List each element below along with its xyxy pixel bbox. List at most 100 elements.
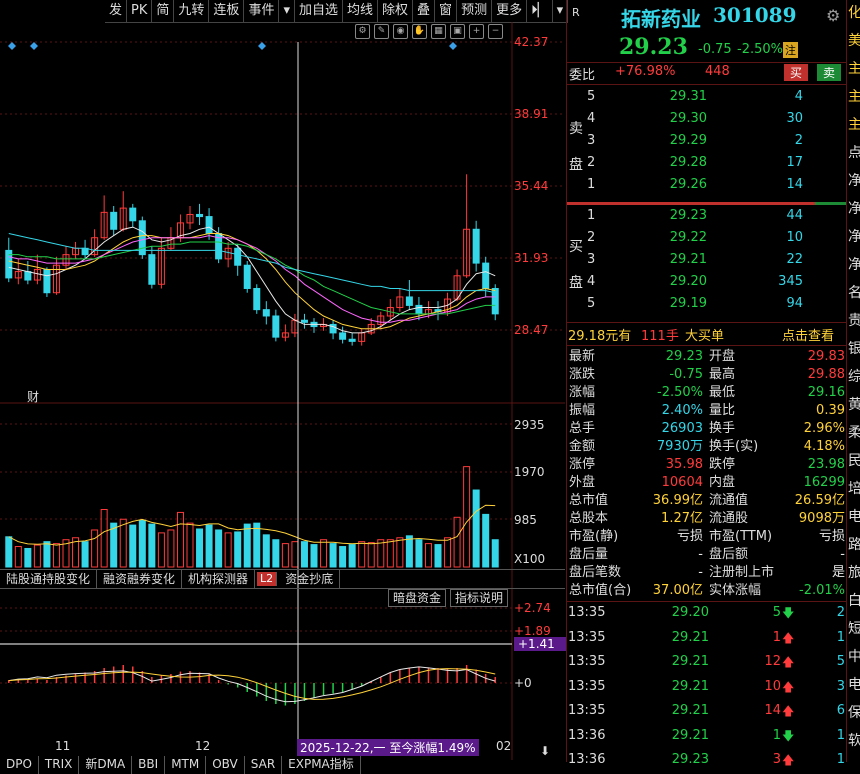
far-right-item[interactable]: 点 [848, 142, 860, 162]
far-right-item[interactable]: 净 [848, 254, 860, 274]
tick-price: 29.21 [671, 629, 709, 645]
stat-label: 最高 [709, 367, 736, 382]
finance-marker[interactable]: 财 [27, 388, 39, 405]
far-right-item[interactable]: 主 [848, 58, 860, 78]
far-right-item[interactable]: 贵 [848, 310, 860, 330]
far-right-item[interactable]: 名 [848, 282, 860, 302]
volume-tick: 985 [514, 513, 537, 527]
candle-body [262, 309, 270, 317]
far-right-item[interactable]: 化 [848, 2, 860, 22]
far-right-item[interactable]: 净 [848, 170, 860, 190]
far-right-item[interactable]: 主 [848, 114, 860, 134]
far-right-item[interactable]: 路 [848, 534, 860, 554]
price-tick: 31.93 [514, 251, 549, 265]
tab-dpo[interactable]: DPO [0, 756, 39, 774]
stat-value: 9098万 [798, 511, 845, 526]
far-right-item[interactable]: 旅 [848, 562, 860, 582]
tick-time: 13:36 [568, 752, 606, 767]
sell-button[interactable]: 卖 [817, 64, 842, 81]
far-right-item[interactable]: 柔 [848, 422, 860, 442]
bid-level[interactable]: 1 29.23 44 [567, 207, 847, 225]
tab-institution[interactable]: 机构探测器 [182, 570, 256, 588]
tab-expma[interactable]: EXPMA指标 [282, 756, 361, 774]
candle-body [339, 332, 347, 340]
ask-level[interactable]: 3 29.29 2 [567, 132, 847, 150]
ask-level[interactable]: 5 29.31 4 [567, 88, 847, 106]
scroll-down-icon[interactable]: ⬇ [540, 744, 550, 758]
bid-price: 29.23 [669, 208, 707, 223]
settings-gear-icon[interactable]: ⚙ [826, 6, 840, 25]
price-change-pct: -2.50% [737, 42, 783, 57]
far-right-item[interactable]: 保 [848, 702, 860, 722]
weibi-pct: +76.98% [615, 64, 676, 79]
volume-bar [339, 546, 347, 568]
tab-mtm[interactable]: MTM [165, 756, 207, 774]
far-right-item[interactable]: 软 [848, 730, 860, 750]
bid-level[interactable]: 4 29.20 345 [567, 273, 847, 291]
stat-row: 最新 29.23 开盘 29.83 [567, 348, 847, 366]
tab-hk-connect[interactable]: 陆股通持股变化 [0, 570, 98, 588]
bid-level[interactable]: 2 29.22 10 [567, 229, 847, 247]
tick-price: 29.21 [671, 703, 709, 718]
far-right-item[interactable]: 培 [848, 478, 860, 498]
far-right-item[interactable]: 民 [848, 450, 860, 470]
ask-price: 29.26 [669, 177, 707, 192]
tab-newdma[interactable]: 新DMA [79, 756, 133, 774]
candle-body [272, 315, 280, 338]
volume-bar [320, 539, 328, 568]
far-right-item[interactable]: 中 [848, 646, 860, 666]
far-right-item[interactable]: 净 [848, 226, 860, 246]
tab-fund-bottom[interactable]: 资金抄底 [279, 570, 341, 588]
far-right-item[interactable]: 白 [848, 590, 860, 610]
stat-value: 0.39 [816, 403, 845, 418]
big-order-label: 大买单 [685, 329, 725, 344]
ask-level[interactable]: 2 29.28 17 [567, 154, 847, 172]
bid-level-number: 5 [587, 296, 596, 311]
far-right-list[interactable]: 化美主主主点净净净净名贵银综黄柔民培电路旅白短中电保软 [846, 0, 860, 762]
big-order-view-link[interactable]: 点击查看 [782, 325, 834, 344]
far-right-item[interactable]: 综 [848, 366, 860, 386]
ask-level[interactable]: 4 29.30 30 [567, 110, 847, 128]
volume-bar [444, 537, 452, 568]
far-right-item[interactable]: 黄 [848, 394, 860, 414]
buy-button[interactable]: 买 [784, 64, 809, 81]
stat-label: 量比 [709, 403, 736, 418]
volume-bar [434, 544, 442, 568]
stat-value: 亏损 [676, 529, 703, 544]
indicator-help-button[interactable]: 指标说明 [450, 589, 509, 607]
bid-level[interactable]: 5 29.19 94 [567, 295, 847, 313]
candle-body [253, 287, 261, 311]
far-right-item[interactable]: 美 [848, 30, 860, 50]
stat-value: 29.16 [807, 385, 845, 400]
bid-level-number: 1 [587, 208, 596, 223]
tick-volume: 1 [772, 629, 781, 645]
far-right-item[interactable]: 主 [848, 86, 860, 106]
volume-bar [348, 544, 356, 568]
bid-level[interactable]: 3 29.21 22 [567, 251, 847, 269]
tab-trix[interactable]: TRIX [39, 756, 80, 774]
stat-label: 外盘 [569, 475, 596, 490]
stat-value: 4.18% [803, 439, 845, 454]
weibi-label: 委比 [569, 68, 596, 83]
far-right-item[interactable]: 短 [848, 618, 860, 638]
weibi-volume: 448 [705, 64, 730, 79]
dark-fund-button[interactable]: 暗盘资金 [388, 589, 447, 607]
kline-chart[interactable] [0, 0, 565, 762]
stat-label: 流通股 [709, 511, 749, 526]
volume-bar [424, 543, 432, 568]
ask-level[interactable]: 1 29.26 14 [567, 176, 847, 194]
far-right-item[interactable]: 电 [848, 506, 860, 526]
far-right-item[interactable]: 净 [848, 198, 860, 218]
crosshair-date-note: 2025-12-22,一 至今涨幅1.49% [297, 739, 479, 756]
chart-area[interactable]: 发 PK 简 九转 连板 事件 ▾ 加自选 均线 除权 叠 窗 预测 更多 ⏵▏… [0, 0, 569, 774]
bid-level-number: 4 [587, 274, 596, 289]
tab-margin[interactable]: 融资融券变化 [97, 570, 183, 588]
tab-sar[interactable]: SAR [245, 756, 283, 774]
far-right-item[interactable]: 电 [848, 674, 860, 694]
far-right-item[interactable]: 银 [848, 338, 860, 358]
stat-value: 36.99亿 [652, 493, 703, 508]
stat-value: -0.75 [669, 367, 703, 382]
tab-bbi[interactable]: BBI [132, 756, 166, 774]
tab-obv[interactable]: OBV [206, 756, 245, 774]
volume-bar [415, 539, 423, 568]
